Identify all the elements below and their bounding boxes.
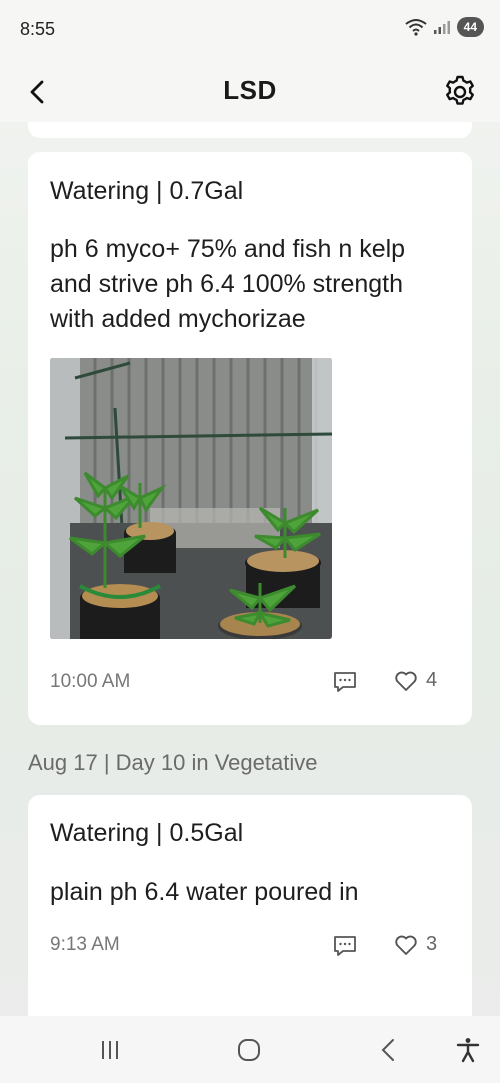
post-body: plain ph 6.4 water poured in bbox=[50, 878, 359, 906]
post-time: 10:00 AM bbox=[50, 671, 131, 692]
like-button[interactable]: 4 bbox=[394, 669, 437, 692]
post-title: Watering | 0.5Gal bbox=[50, 819, 244, 847]
status-bar: 8:55 44 bbox=[0, 0, 500, 60]
like-count: 3 bbox=[426, 933, 438, 955]
wifi-icon bbox=[405, 19, 427, 36]
plant-photo[interactable] bbox=[50, 358, 332, 639]
page-title: LSD bbox=[223, 75, 277, 105]
like-count: 4 bbox=[426, 669, 438, 691]
post-card[interactable]: Watering | 0.5Gal plain ph 6.4 water pou… bbox=[28, 795, 472, 1016]
comment-icon[interactable] bbox=[332, 933, 358, 959]
status-time: 8:55 bbox=[20, 19, 56, 39]
system-nav-bar bbox=[0, 1016, 500, 1083]
heart-icon bbox=[395, 935, 417, 955]
date-header: Aug 17 | Day 10 in Vegetative bbox=[28, 750, 318, 775]
previous-card bbox=[28, 122, 472, 138]
app-header: LSD bbox=[0, 60, 500, 122]
battery-indicator: 44 bbox=[456, 17, 484, 37]
like-button[interactable]: 3 bbox=[394, 933, 437, 956]
comment-icon[interactable] bbox=[332, 669, 358, 695]
accessibility-icon[interactable] bbox=[454, 1036, 482, 1064]
feed[interactable]: Watering | 0.7Gal ph 6 myco+ 75% and fis… bbox=[0, 122, 500, 1016]
back-icon[interactable] bbox=[375, 1036, 403, 1064]
signal-icon bbox=[433, 21, 450, 34]
post-body: ph 6 myco+ 75% and fish n kelp and striv… bbox=[50, 235, 406, 333]
heart-icon bbox=[395, 671, 417, 691]
post-card[interactable]: Watering | 0.7Gal ph 6 myco+ 75% and fis… bbox=[28, 152, 472, 725]
post-time: 9:13 AM bbox=[50, 934, 120, 955]
home-icon[interactable] bbox=[235, 1036, 263, 1064]
post-title: Watering | 0.7Gal bbox=[50, 177, 244, 205]
status-icons: 44 bbox=[405, 17, 484, 37]
gear-icon[interactable] bbox=[442, 73, 478, 109]
plant-photo-image bbox=[50, 358, 332, 639]
recents-icon[interactable] bbox=[96, 1036, 124, 1064]
